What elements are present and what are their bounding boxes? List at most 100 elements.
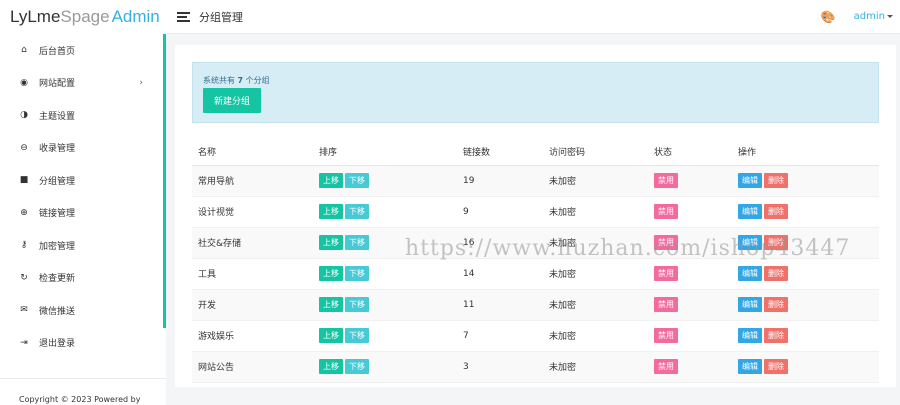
logout-icon: ⇥ xyxy=(20,337,28,348)
sidebar-item-label: 检查更新 xyxy=(39,274,76,285)
move-up-button[interactable]: 上移 xyxy=(319,297,343,312)
group-name: 网站公告 xyxy=(192,351,313,383)
disable-button[interactable]: 禁用 xyxy=(654,173,678,188)
sort-cell: 上移 下移 xyxy=(313,227,457,259)
sidebar-item-4[interactable]: ■ 分组管理 xyxy=(0,164,163,197)
table-row: 开发 上移 下移 11 未加密 禁用 编辑 删除 xyxy=(192,289,879,321)
sort-cell: 上移 下移 xyxy=(313,289,457,321)
group-table: 名称 排序 链接数 访问密码 状态 操作 常用导航 上移 下移 19 未加密 禁用 编辑 删除… xyxy=(192,138,879,383)
move-up-button[interactable]: 上移 xyxy=(319,266,343,281)
edit-button[interactable]: 编辑 xyxy=(738,204,762,219)
move-down-button[interactable]: 下移 xyxy=(345,235,369,250)
link-count: 19 xyxy=(457,165,543,197)
brand-part-admin: Admin xyxy=(111,7,160,26)
disable-button[interactable]: 禁用 xyxy=(654,328,678,343)
edit-button[interactable]: 编辑 xyxy=(738,297,762,312)
edit-button[interactable]: 编辑 xyxy=(738,235,762,250)
sort-cell: 上移 下移 xyxy=(313,351,457,383)
group-name: 游戏娱乐 xyxy=(192,320,313,352)
delete-button[interactable]: 删除 xyxy=(764,173,788,188)
status-cell: 禁用 xyxy=(648,320,732,352)
password-status: 未加密 xyxy=(543,227,648,259)
disable-button[interactable]: 禁用 xyxy=(654,297,678,312)
table-row: 设计视觉 上移 下移 9 未加密 禁用 编辑 删除 xyxy=(192,196,879,228)
copyright-text: Copyright © 2023 Powered by xyxy=(19,395,141,404)
header-status: 状态 xyxy=(648,138,732,166)
contrast-icon: ◑ xyxy=(20,110,28,121)
move-down-button[interactable]: 下移 xyxy=(345,173,369,188)
move-down-button[interactable]: 下移 xyxy=(345,297,369,312)
move-down-button[interactable]: 下移 xyxy=(345,266,369,281)
user-menu[interactable]: admin xyxy=(854,11,893,22)
password-status: 未加密 xyxy=(543,196,648,228)
password-status: 未加密 xyxy=(543,351,648,383)
sidebar-item-0[interactable]: ⌂ 后台首页 xyxy=(0,34,163,67)
sidebar-item-2[interactable]: ◑ 主题设置 xyxy=(0,99,163,132)
password-status: 未加密 xyxy=(543,289,648,321)
chevron-right-icon: › xyxy=(139,77,143,88)
table-header-row: 名称 排序 链接数 访问密码 状态 操作 xyxy=(192,138,879,166)
move-down-button[interactable]: 下移 xyxy=(345,359,369,374)
move-up-button[interactable]: 上移 xyxy=(319,235,343,250)
sort-cell: 上移 下移 xyxy=(313,165,457,197)
actions-cell: 编辑 删除 xyxy=(732,227,879,259)
delete-button[interactable]: 删除 xyxy=(764,204,788,219)
new-group-button[interactable]: 新建分组 xyxy=(203,88,261,113)
sidebar-item-7[interactable]: ↻ 检查更新 xyxy=(0,262,163,295)
link-count: 3 xyxy=(457,351,543,383)
disable-button[interactable]: 禁用 xyxy=(654,266,678,281)
disable-button[interactable]: 禁用 xyxy=(654,359,678,374)
status-cell: 禁用 xyxy=(648,258,732,290)
link-count: 11 xyxy=(457,289,543,321)
move-up-button[interactable]: 上移 xyxy=(319,328,343,343)
palette-icon: ◉ xyxy=(20,77,28,88)
move-up-button[interactable]: 上移 xyxy=(319,359,343,374)
folder-icon: ■ xyxy=(19,175,29,186)
status-cell: 禁用 xyxy=(648,196,732,228)
link-count: 9 xyxy=(457,196,543,228)
group-name: 社交&存储 xyxy=(192,227,313,259)
actions-cell: 编辑 删除 xyxy=(732,165,879,197)
delete-button[interactable]: 删除 xyxy=(764,359,788,374)
table-row: 游戏娱乐 上移 下移 7 未加密 禁用 编辑 删除 xyxy=(192,320,879,352)
sidebar-item-3[interactable]: ⊖ 收录管理 xyxy=(0,132,163,165)
delete-button[interactable]: 删除 xyxy=(764,328,788,343)
actions-cell: 编辑 删除 xyxy=(732,351,879,383)
sidebar-item-label: 网站配置 xyxy=(39,79,76,90)
sidebar-item-5[interactable]: ⊕ 链接管理 xyxy=(0,197,163,230)
disable-button[interactable]: 禁用 xyxy=(654,204,678,219)
sidebar-item-1[interactable]: ◉ 网站配置 › xyxy=(0,67,163,100)
sidebar: ⌂ 后台首页 ◉ 网站配置 › ◑ 主题设置 ⊖ 收录管理 ■ 分组管理 ⊕ 链接管理 ⚷ 加密管理 ↻ 检查更… xyxy=(0,34,166,405)
actions-cell: 编辑 删除 xyxy=(732,258,879,290)
group-name: 设计视觉 xyxy=(192,196,313,228)
edit-button[interactable]: 编辑 xyxy=(738,173,762,188)
brand-logo[interactable]: LyLme Spage Admin xyxy=(0,0,166,34)
move-up-button[interactable]: 上移 xyxy=(319,204,343,219)
delete-button[interactable]: 删除 xyxy=(764,297,788,312)
status-cell: 禁用 xyxy=(648,165,732,197)
move-up-button[interactable]: 上移 xyxy=(319,173,343,188)
home-icon: ⌂ xyxy=(21,45,27,56)
sidebar-item-8[interactable]: ✉ 微信推送 xyxy=(0,294,163,327)
password-status: 未加密 xyxy=(543,258,648,290)
move-down-button[interactable]: 下移 xyxy=(345,204,369,219)
status-cell: 禁用 xyxy=(648,227,732,259)
sidebar-item-9[interactable]: ⇥ 退出登录 xyxy=(0,327,163,360)
sidebar-menu: ⌂ 后台首页 ◉ 网站配置 › ◑ 主题设置 ⊖ 收录管理 ■ 分组管理 ⊕ 链接管理 ⚷ 加密管理 ↻ 检查更… xyxy=(0,34,163,359)
link-icon: ⊖ xyxy=(20,142,28,153)
edit-button[interactable]: 编辑 xyxy=(738,359,762,374)
sidebar-item-6[interactable]: ⚷ 加密管理 xyxy=(0,229,163,262)
palette-icon[interactable]: 🎨 xyxy=(821,10,836,24)
delete-button[interactable]: 删除 xyxy=(764,266,788,281)
sort-cell: 上移 下移 xyxy=(313,320,457,352)
edit-button[interactable]: 编辑 xyxy=(738,328,762,343)
move-down-button[interactable]: 下移 xyxy=(345,328,369,343)
main-panel: 系统共有 7 个分组 新建分组 名称 排序 链接数 访问密码 状态 操作 常用导… xyxy=(175,45,896,387)
top-bar: 分组管理 🎨 admin xyxy=(166,0,900,34)
delete-button[interactable]: 删除 xyxy=(764,235,788,250)
header-link-count: 链接数 xyxy=(457,138,543,166)
menu-toggle-icon[interactable] xyxy=(177,10,190,24)
disable-button[interactable]: 禁用 xyxy=(654,235,678,250)
edit-button[interactable]: 编辑 xyxy=(738,266,762,281)
sidebar-item-label: 收录管理 xyxy=(39,144,76,155)
